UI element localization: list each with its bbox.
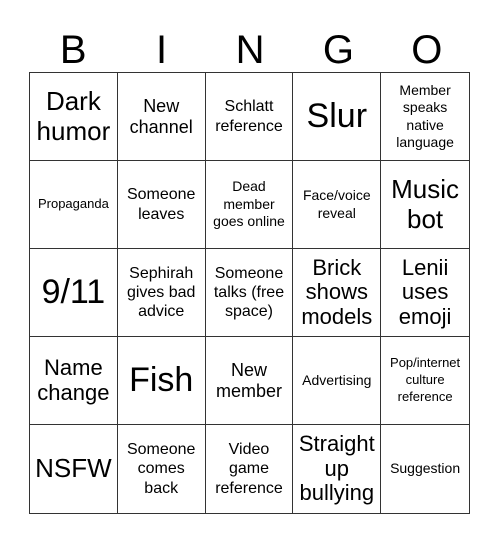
bingo-cell[interactable]: New member	[205, 337, 294, 425]
bingo-header: B I N G O	[29, 28, 471, 72]
bingo-cell[interactable]: Straight up bullying	[293, 425, 382, 513]
bingo-cell[interactable]: 9/11	[30, 249, 118, 337]
bingo-grid: Dark humor New channel Schlatt reference…	[29, 72, 470, 514]
bingo-cell[interactable]: Fish	[117, 337, 206, 425]
bingo-cell[interactable]: Someone comes back	[118, 425, 206, 513]
bingo-cell[interactable]: NSFW	[30, 425, 118, 513]
bingo-cell[interactable]: Suggestion	[381, 425, 469, 513]
bingo-cell[interactable]: Lenii uses emoji	[381, 249, 469, 337]
bingo-cell[interactable]: New channel	[117, 73, 206, 161]
header-letter-g: G	[322, 28, 354, 72]
bingo-cell[interactable]: Member speaks native language	[381, 73, 469, 161]
header-letter-b: B	[59, 28, 87, 72]
bingo-cell[interactable]: Someone talks (free space)	[205, 249, 294, 337]
bingo-cell[interactable]: Brick shows models	[293, 249, 382, 337]
bingo-cell[interactable]: Advertising	[293, 337, 382, 425]
bingo-cell[interactable]: Face/voice reveal	[293, 161, 382, 249]
header-letter-o: O	[411, 28, 443, 72]
bingo-cell[interactable]: Propaganda	[30, 161, 118, 249]
bingo-cell[interactable]: Pop/internet culture reference	[381, 337, 469, 425]
bingo-cell[interactable]: Slur	[293, 73, 382, 161]
bingo-cell[interactable]: Dead member goes online	[205, 161, 294, 249]
header-letter-i: I	[156, 28, 168, 72]
bingo-cell[interactable]: Video game reference	[206, 425, 294, 513]
bingo-cell[interactable]: Someone leaves	[117, 161, 206, 249]
bingo-cell[interactable]: Name change	[30, 337, 118, 425]
bingo-cell[interactable]: Schlatt reference	[205, 73, 294, 161]
bingo-cell[interactable]: Sephirah gives bad advice	[117, 249, 206, 337]
bingo-cell[interactable]: Music bot	[381, 161, 469, 249]
bingo-cell[interactable]: Dark humor	[30, 73, 118, 161]
header-letter-n: N	[235, 28, 265, 72]
